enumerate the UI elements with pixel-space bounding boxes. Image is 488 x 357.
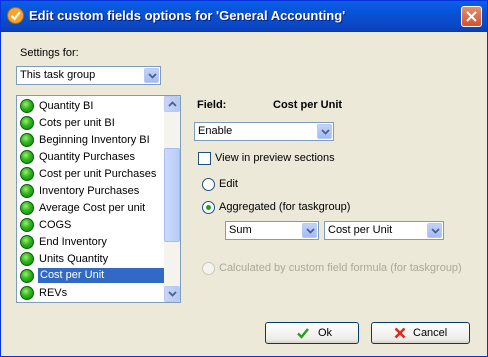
list-item[interactable]: Inventory Purchases [19,183,165,200]
fields-list-scrollbar[interactable] [164,96,180,302]
cancel-button-label: Cancel [413,327,448,339]
formula-radio[interactable] [202,262,215,275]
chevron-down-icon [168,291,177,297]
window-title: Edit custom fields options for 'General … [29,8,346,23]
list-item-label: REVs [39,287,68,299]
list-item-label: Units Quantity [39,253,109,265]
close-button[interactable] [461,6,482,27]
list-item[interactable]: Quantity Purchases [19,149,165,166]
field-label: Field: [197,99,227,111]
list-item[interactable]: Beginning Inventory BI [19,132,165,149]
list-item[interactable]: Cost per unit Purchases [19,166,165,183]
list-item-label: Average Cost per unit [39,202,146,214]
green-status-icon [20,133,34,147]
list-item-label: Cost per Unit [38,268,165,283]
green-status-icon [20,269,34,283]
list-item[interactable]: COGS [19,217,165,234]
dropdown-arrow-icon[interactable] [302,223,317,238]
green-status-icon [20,167,34,181]
list-item-label: Cots per unit BI [39,117,115,129]
dropdown-arrow-icon[interactable] [317,124,332,139]
close-icon [466,11,477,22]
checkmark-icon [297,328,309,339]
cancel-button[interactable]: Cancel [371,322,470,344]
scroll-up-button[interactable] [164,96,180,112]
green-status-icon [20,252,34,266]
chevron-up-icon [168,101,177,107]
list-item-label: Inventory Purchases [39,185,140,197]
list-item[interactable]: Units Quantity [19,251,165,268]
edit-radio[interactable] [202,178,215,191]
green-status-icon [20,218,34,232]
aggregate-source-value: Cost per Unit [328,224,393,236]
list-item[interactable]: Cots per unit BI [19,115,165,132]
list-item[interactable]: Cost per Unit [19,268,165,285]
settings-scope-value: This task group [20,69,96,81]
ok-button[interactable]: Ok [265,322,359,344]
settings-for-label: Settings for: [20,47,79,59]
dialog-window: Edit custom fields options for 'General … [0,0,488,357]
fields-list[interactable]: Quantity BI Cots per unit BI Beginning Inv… [16,95,181,303]
dropdown-arrow-icon[interactable] [144,68,159,83]
green-status-icon [20,201,34,215]
list-item[interactable]: Average Cost per unit [19,200,165,217]
edit-radio-label: Edit [219,178,238,190]
field-mode-value: Enable [198,125,233,137]
ok-button-label: Ok [318,327,333,339]
list-item-label: Beginning Inventory BI [39,134,150,146]
list-item-label: COGS [39,219,72,231]
title-bar[interactable]: Edit custom fields options for 'General … [1,1,487,32]
dropdown-arrow-icon[interactable] [427,223,442,238]
aggregated-radio-label: Aggregated (for taskgroup) [219,201,351,213]
list-item-label: Quantity BI [39,100,94,112]
list-item[interactable]: REVs [19,285,165,302]
list-item[interactable]: End Inventory [19,234,165,251]
green-status-icon [20,184,34,198]
view-preview-label: View in preview sections [215,152,335,164]
green-status-icon [20,99,34,113]
list-item-label: Quantity Purchases [39,151,135,163]
green-status-icon [20,235,34,249]
field-name: Cost per Unit [273,99,343,111]
list-item-label: Cost per unit Purchases [39,168,157,180]
green-status-icon [20,286,34,300]
scroll-down-button[interactable] [164,286,180,302]
aggregate-function-select[interactable]: Sum [225,221,319,240]
formula-radio-label: Calculated by custom field formula (for … [219,262,462,274]
view-preview-checkbox[interactable] [198,152,211,165]
aggregated-radio[interactable] [202,201,215,214]
list-item[interactable]: Quantity BI [19,98,165,115]
green-status-icon [20,150,34,164]
settings-scope-select[interactable]: This task group [16,66,161,85]
aggregate-function-value: Sum [229,224,252,236]
green-status-icon [20,116,34,130]
field-mode-select[interactable]: Enable [194,122,334,141]
cancel-x-icon [394,327,406,339]
app-check-icon [7,7,24,24]
aggregate-source-select[interactable]: Cost per Unit [324,221,444,240]
list-item-label: End Inventory [39,236,107,248]
scroll-thumb[interactable] [164,148,180,242]
